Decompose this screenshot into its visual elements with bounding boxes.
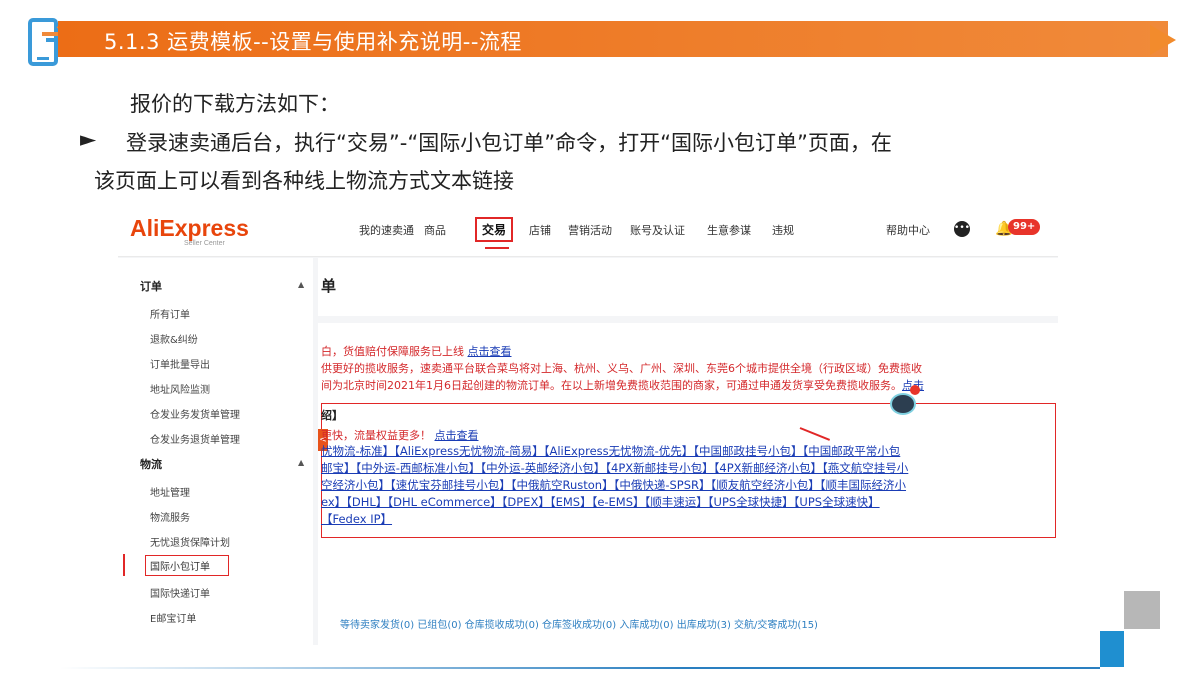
nav-products[interactable]: 商品 [424, 222, 446, 238]
chat-icon[interactable]: ••• [954, 221, 970, 237]
decor-square-blue [1100, 631, 1124, 667]
sidebar-section-logistics[interactable]: 物流 [140, 456, 162, 472]
notice-text: 间为北京时间2021年1月6日起创建的物流订单。在以上新增免费揽收范围的商家，可… [321, 379, 902, 392]
sidebar-item-intl-express[interactable]: 国际快递订单 [150, 585, 210, 600]
logistics-links-line[interactable]: 【Fedex IP】 [321, 511, 392, 527]
bullet-text-line2: 该页面上可以看到各种线上物流方式文本链接 [94, 169, 514, 193]
active-marker [123, 554, 125, 576]
nav-trade[interactable]: 交易 [475, 217, 514, 242]
top-nav: AliExpress Seller Center 我的速卖通 商品 交易 店铺 … [118, 205, 1058, 257]
next-arrow-icon[interactable] [1150, 25, 1176, 55]
page-title: 单 [321, 277, 337, 295]
section-heading: 绍】 [321, 409, 343, 422]
sidebar-item-address-risk[interactable]: 地址风险监测 [150, 381, 210, 396]
nav-marketing[interactable]: 营销活动 [568, 222, 612, 238]
slide-title: 5.1.3 运费模板--设置与使用补充说明--流程 [104, 30, 522, 54]
nav-my-aliexpress[interactable]: 我的速卖通 [359, 222, 414, 238]
decor-square-gray [1124, 591, 1160, 629]
sidebar-item-warehouse-ship[interactable]: 仓发业务发货单管理 [150, 406, 240, 421]
logistics-links-line[interactable]: ex】【DHL】【DHL eCommerce】【DPEX】【EMS】【e-EMS… [321, 494, 880, 510]
bullet-text-line1: 登录速卖通后台，执行“交易”-“国际小包订单”命令，打开“国际小包订单”页面，在 [126, 131, 892, 155]
notice-line-2: 供更好的揽收服务，速卖通平台联合菜鸟将对上海、杭州、义乌、广州、深圳、东莞6个城… [321, 362, 922, 375]
nav-store[interactable]: 店铺 [529, 222, 551, 238]
sidebar-item-warehouse-return[interactable]: 仓发业务退货单管理 [150, 431, 240, 446]
collapse-caret-icon[interactable]: ▲ [298, 280, 304, 289]
robot-alert-dot [910, 385, 920, 395]
sidebar-item-epacket[interactable]: E邮宝订单 [150, 610, 196, 625]
sidebar-section-orders[interactable]: 订单 [140, 278, 162, 294]
sidebar-item-intl-parcel[interactable]: 国际小包订单 [145, 555, 229, 576]
aliexpress-screenshot: AliExpress Seller Center 我的速卖通 商品 交易 店铺 … [118, 205, 1058, 645]
sidebar-item-logistics-service[interactable]: 物流服务 [150, 509, 190, 524]
promo-link[interactable]: 点击查看 [435, 429, 479, 442]
logistics-links-line[interactable]: 空经济小包】【速优宝芬邮挂号小包】【中俄航空Ruston】【中俄快递-SPSR】… [321, 477, 906, 493]
bell-icon[interactable]: 🔔 [995, 221, 1012, 237]
sidebar-item-address-mgmt[interactable]: 地址管理 [150, 484, 190, 499]
status-strip [318, 565, 1058, 645]
logistics-links-line[interactable]: 忧物流-标准】【AliExpress无忧物流-简易】【AliExpress无忧物… [321, 443, 900, 459]
sidebar: 订单 ▲ 所有订单 退款&纠纷 订单批量导出 地址风险监测 仓发业务发货单管理 … [118, 258, 313, 645]
sidebar-item-worry-free-return[interactable]: 无忧退货保障计划 [150, 534, 230, 549]
sidebar-item-refunds[interactable]: 退款&纠纷 [150, 331, 198, 346]
footer-line [60, 667, 1100, 669]
order-status-tabs[interactable]: 等待卖家发货(0) 已组包(0) 仓库揽收成功(0) 仓库签收成功(0) 入库成… [340, 616, 818, 631]
notification-badge: 99+ [1008, 219, 1041, 235]
notice-line-3: 间为北京时间2021年1月6日起创建的物流订单。在以上新增免费揽收范围的商家，可… [321, 377, 924, 393]
promo-text: 更快，流量权益更多！ [321, 429, 435, 442]
sidebar-item-all-orders[interactable]: 所有订单 [150, 306, 190, 321]
nav-account[interactable]: 账号及认证 [630, 222, 685, 238]
page-header [318, 258, 1058, 316]
nav-business-advisor[interactable]: 生意参谋 [707, 222, 751, 238]
nav-help-center[interactable]: 帮助中心 [886, 222, 930, 238]
logistics-links-line[interactable]: 邮宝】【中外运-西邮标准小包】【中外运-英邮经济小包】【4PX新邮挂号小包】【4… [321, 460, 908, 476]
logo-subtitle: Seller Center [184, 240, 225, 247]
notice-line-1: 白，货值赔付保障服务已上线 点击查看 [321, 343, 512, 359]
notice-text: 白，货值赔付保障服务已上线 [321, 345, 468, 358]
nav-active-underline [485, 247, 509, 249]
aliexpress-logo[interactable]: AliExpress [130, 215, 249, 242]
intro-text: 报价的下载方法如下： [130, 92, 340, 116]
notice-link[interactable]: 点击查看 [468, 345, 512, 358]
promo-line: 更快，流量权益更多！ 点击查看 [321, 427, 479, 443]
assistant-robot-icon[interactable] [890, 393, 916, 415]
sidebar-item-export[interactable]: 订单批量导出 [150, 356, 210, 371]
bullet-icon: ► [80, 127, 97, 151]
collapse-caret-icon[interactable]: ▲ [298, 458, 304, 467]
nav-violations[interactable]: 违规 [772, 222, 794, 238]
